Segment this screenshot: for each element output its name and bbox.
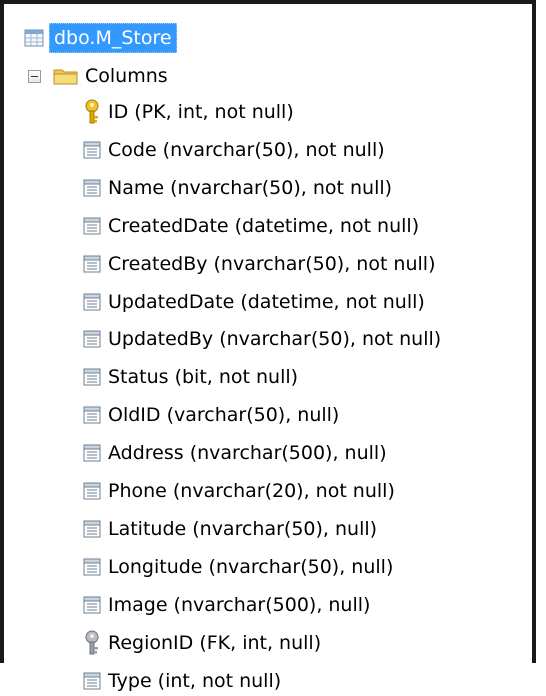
column-label: CreatedBy (nvarchar(50), not null) [108,252,436,275]
tree-node-column[interactable]: CreatedBy (nvarchar(50), not null) [82,249,435,279]
column-icon [82,443,102,463]
collapse-icon[interactable] [28,69,41,83]
column-label: Latitude (nvarchar(50), null) [108,517,378,540]
column-label: Address (nvarchar(500), null) [108,442,387,465]
columns-folder-label: Columns [85,65,168,87]
column-icon [82,254,102,274]
column-label: Longitude (nvarchar(50), null) [108,555,394,578]
column-icon [82,216,102,236]
tree-node-column[interactable]: Code (nvarchar(50), not null) [82,135,385,165]
column-label: OldID (varchar(50), null) [108,404,340,427]
tree-node-column[interactable]: CreatedDate (datetime, not null) [82,211,419,241]
tree-node-column[interactable]: Type (int, not null) [82,666,281,696]
tree-node-column[interactable]: Image (nvarchar(500), null) [82,590,370,620]
tree-node-table[interactable]: dbo.M_Store [24,23,177,53]
tree-node-column[interactable]: Longitude (nvarchar(50), null) [82,552,393,582]
column-label: Phone (nvarchar(20), not null) [108,480,395,502]
column-label: Image (nvarchar(500), null) [108,593,371,616]
tree-node-column[interactable]: RegionID (FK, int, null) [82,628,321,658]
column-label: Type (int, not null) [108,669,282,692]
column-icon [82,519,102,539]
column-icon [82,292,102,312]
tree-node-column[interactable]: UpdatedBy (nvarchar(50), not null) [82,324,441,354]
tree-node-column[interactable]: Name (nvarchar(50), not null) [82,173,392,203]
tree-node-column[interactable]: Phone (nvarchar(20), not null) [82,476,395,506]
column-label: Code (nvarchar(50), not null) [108,138,385,161]
column-icon [82,595,102,615]
column-label: Status (bit, not null) [108,366,299,389]
column-icon [82,367,102,387]
column-icon [82,405,102,425]
column-label: CreatedDate (datetime, not null) [108,214,420,237]
tree-node-column[interactable]: Address (nvarchar(500), null) [82,438,387,468]
tree-node-column[interactable]: UpdatedDate (datetime, not null) [82,287,425,317]
column-icon [82,140,102,160]
column-icon [82,178,102,198]
column-icon [82,481,102,501]
column-label: UpdatedDate (datetime, not null) [108,290,425,313]
table-node-label[interactable]: dbo.M_Store [49,23,177,53]
column-label: UpdatedBy (nvarchar(50), not null) [108,328,442,351]
tree-node-column[interactable]: Latitude (nvarchar(50), null) [82,514,377,544]
tree-node-column[interactable]: OldID (varchar(50), null) [82,400,339,430]
column-label: RegionID (FK, int, null) [108,631,322,654]
folder-icon [53,66,79,86]
tree-node-column[interactable]: Status (bit, not null) [82,362,298,392]
column-icon [82,329,102,349]
column-label: Name (nvarchar(50), not null) [108,176,393,199]
column-label: ID (PK, int, not null) [108,101,294,123]
table-icon [24,29,44,47]
foreign-key-icon [82,630,102,656]
tree-node-columns-folder[interactable]: Columns [28,61,168,91]
tree-node-column[interactable]: ID (PK, int, not null) [82,97,294,127]
column-icon [82,671,102,691]
column-icon [82,557,102,577]
object-explorer-tree-panel: dbo.M_Store Columns ID (PK, int, not nul… [0,0,536,692]
primary-key-icon [82,99,102,125]
